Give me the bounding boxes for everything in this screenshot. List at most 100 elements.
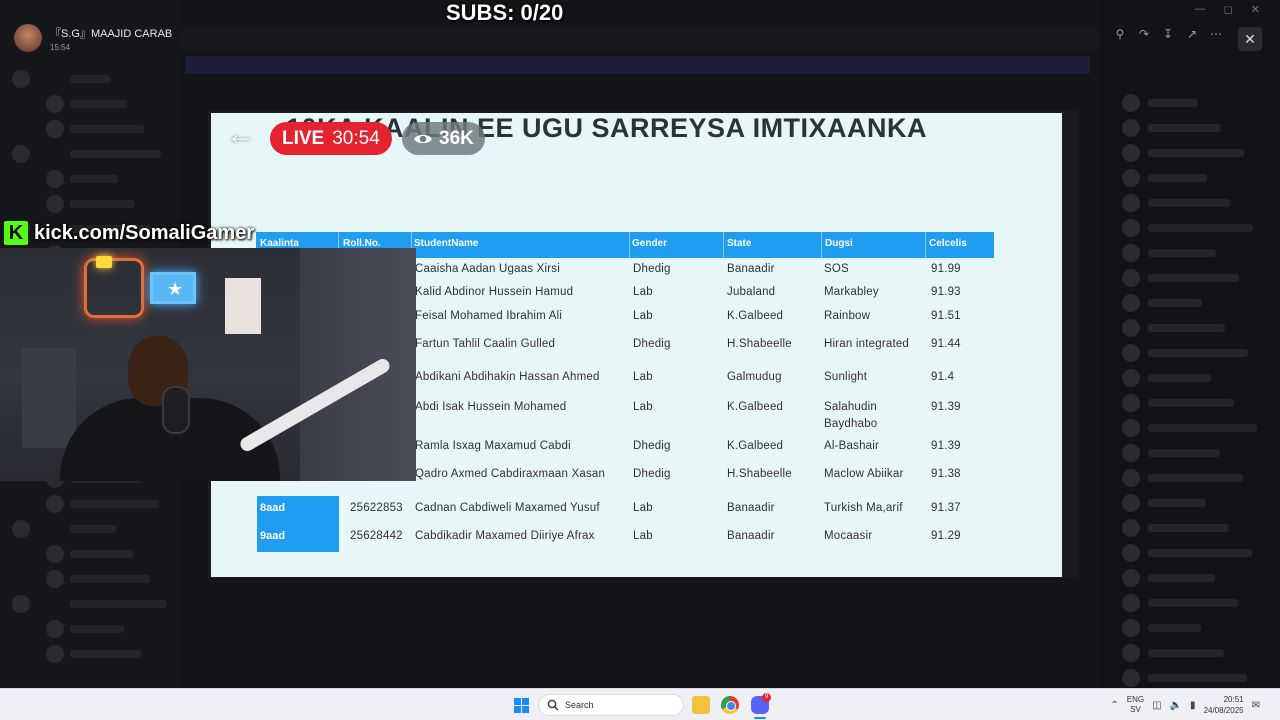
background-member-row bbox=[1148, 174, 1207, 182]
cell-dugsi: Sunlight bbox=[824, 371, 868, 383]
cell-gender: Dhedig bbox=[633, 338, 671, 350]
cell-name: Cadnan Cabdiweli Maxamed Yusuf bbox=[415, 502, 600, 514]
header-name: StudentName bbox=[414, 238, 479, 249]
background-member-row bbox=[1148, 349, 1248, 357]
cell-name: Abdikani Abdihakin Hassan Ahmed bbox=[415, 371, 600, 383]
background-channel-row bbox=[70, 575, 150, 583]
background-member-avatar bbox=[1122, 219, 1140, 237]
cell-name: Ramla Isxag Maxamud Cabdi bbox=[415, 440, 571, 452]
microphone bbox=[162, 386, 190, 434]
background-member-row bbox=[1148, 574, 1215, 582]
cell-gender: Dhedig bbox=[633, 263, 671, 275]
cell-dugsi: Salahudin bbox=[824, 401, 877, 413]
kick-url: kick.com/SomaliGamer bbox=[34, 221, 255, 244]
cell-dugsi: Rainbow bbox=[824, 310, 871, 322]
header-divider bbox=[629, 232, 630, 258]
background-member-avatar bbox=[1122, 244, 1140, 262]
clock[interactable]: 20:51 24/08/2025 bbox=[1204, 694, 1244, 716]
background-channel-row bbox=[70, 175, 118, 183]
background-channel-row bbox=[70, 650, 141, 658]
language-indicator[interactable]: ENG SV bbox=[1127, 695, 1144, 715]
stream-profile: 『S.G』MAAJID CARAB 15:54 bbox=[14, 24, 172, 52]
background-avatar bbox=[46, 95, 64, 113]
minimize-icon[interactable]: — bbox=[1195, 3, 1206, 16]
background-member-avatar bbox=[1122, 344, 1140, 362]
close-viewer-button[interactable]: ✕ bbox=[1238, 27, 1262, 51]
webcam-shelf bbox=[22, 348, 76, 448]
window-controls: — ◻ ✕ bbox=[1195, 3, 1260, 16]
background-member-row bbox=[1148, 624, 1201, 632]
cell-gender: Lab bbox=[633, 310, 653, 322]
background-member-avatar bbox=[1122, 319, 1140, 337]
more-options-icon[interactable]: ⋯ bbox=[1208, 26, 1224, 42]
cell-score: 91.44 bbox=[931, 338, 961, 350]
profile-time: 15:54 bbox=[50, 42, 71, 52]
background-member-avatar bbox=[1122, 119, 1140, 137]
active-app-indicator bbox=[754, 717, 766, 719]
header-state: State bbox=[727, 238, 752, 249]
cell-dugsi: SOS bbox=[824, 263, 849, 275]
forward-icon[interactable]: ↷ bbox=[1136, 26, 1152, 42]
profile-name: 『S.G』MAAJID CARAB bbox=[50, 27, 173, 40]
background-member-row bbox=[1148, 274, 1239, 282]
cell-score: 91.39 bbox=[931, 440, 961, 452]
lang-top: ENG bbox=[1126, 695, 1145, 704]
cell-dugsi: Al-Bashair bbox=[824, 440, 880, 452]
neon-sign bbox=[84, 258, 144, 318]
cell-score: 91.4 bbox=[931, 371, 955, 383]
background-channel-row bbox=[70, 200, 135, 208]
chrome-icon[interactable] bbox=[721, 696, 739, 714]
background-avatar bbox=[12, 145, 30, 163]
cell-name: Fartun Tahlil Caalin Gulled bbox=[415, 338, 556, 350]
background-avatar bbox=[46, 495, 64, 513]
subs-counter: SUBS: 0/20 bbox=[446, 0, 564, 25]
maximize-icon[interactable]: ◻ bbox=[1224, 3, 1233, 16]
cell-state: K.Galbeed bbox=[727, 440, 784, 452]
zoom-icon[interactable]: ⚲ bbox=[1112, 26, 1128, 42]
background-channel-row bbox=[70, 550, 133, 558]
background-channel-row bbox=[70, 500, 159, 508]
search-icon bbox=[547, 699, 559, 711]
cell-state: H.Shabeelle bbox=[727, 468, 792, 480]
star-icon: ★ bbox=[167, 279, 184, 299]
cell-gender: Lab bbox=[633, 530, 653, 542]
background-avatar bbox=[46, 170, 64, 188]
somali-flag-light: ★ bbox=[150, 272, 196, 304]
background-avatar bbox=[46, 195, 64, 213]
cell-score: 91.93 bbox=[931, 286, 961, 298]
notification-bell-icon[interactable]: ✉ bbox=[1252, 700, 1260, 711]
taskbar-search[interactable]: Search bbox=[538, 694, 684, 716]
cell-gender: Dhedig bbox=[633, 468, 671, 480]
volume-icon[interactable]: 🔈 bbox=[1170, 700, 1182, 711]
back-arrow-icon[interactable]: ← bbox=[226, 120, 262, 150]
background-channel-row bbox=[70, 100, 127, 108]
download-icon[interactable]: ↧ bbox=[1160, 26, 1176, 42]
background-member-avatar bbox=[1122, 169, 1140, 187]
network-icon[interactable]: ◫ bbox=[1152, 700, 1161, 711]
battery-icon[interactable]: ▮ bbox=[1190, 700, 1196, 711]
background-member-row bbox=[1148, 299, 1202, 307]
kick-logo-icon: K bbox=[4, 221, 28, 245]
open-external-icon[interactable]: ↗ bbox=[1184, 26, 1200, 42]
header-dugsi: Dugsi bbox=[825, 238, 853, 249]
cell-name: Qadro Axmed Cabdiraxmaan Xasan bbox=[415, 468, 606, 480]
background-avatar bbox=[46, 620, 64, 638]
cell-gender: Lab bbox=[633, 371, 653, 383]
background-channel-header bbox=[180, 28, 1100, 50]
background-door bbox=[300, 248, 416, 481]
webcam-feed: ★ bbox=[0, 248, 416, 481]
cell-score: 91.37 bbox=[931, 502, 961, 514]
windows-start-icon[interactable] bbox=[514, 698, 529, 713]
chevron-up-icon[interactable]: ⌃ bbox=[1110, 700, 1118, 711]
cell-name: Feisal Mohamed Ibrahim Ali bbox=[415, 310, 563, 322]
background-member-avatar bbox=[1122, 194, 1140, 212]
cell-rank: 9aad bbox=[257, 524, 339, 552]
header-score: Celcelis bbox=[929, 238, 967, 249]
file-explorer-icon[interactable] bbox=[692, 696, 710, 714]
close-window-icon[interactable]: ✕ bbox=[1251, 3, 1260, 16]
background-member-row bbox=[1148, 199, 1230, 207]
background-member-avatar bbox=[1122, 669, 1140, 687]
background-member-row bbox=[1148, 499, 1206, 507]
cell-dugsi: Markabley bbox=[824, 286, 879, 298]
avatar[interactable] bbox=[14, 24, 42, 52]
